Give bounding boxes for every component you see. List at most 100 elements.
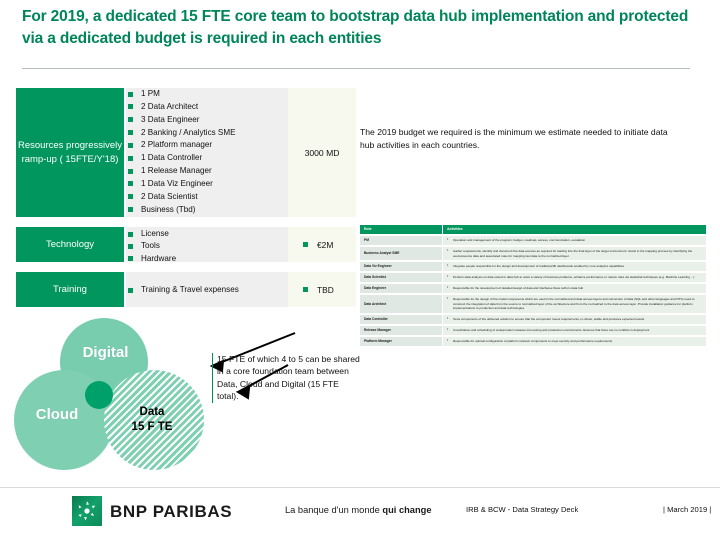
list-item-label: 1 Release Manager: [141, 166, 212, 176]
list-item: Business (Tbd): [128, 204, 288, 217]
row-activity: Operation and management of the program:…: [443, 236, 706, 246]
row-role: Data Architect: [360, 295, 442, 313]
table-row: Data Scientist Perform data analysis on …: [360, 273, 706, 283]
venn-core-overlap: [85, 381, 113, 409]
row-role: PM: [360, 236, 442, 246]
row-activity: Perform data analysis on data stored in …: [443, 273, 706, 283]
brand-tagline: La banque d'un monde qui change: [285, 505, 432, 515]
list-item-label: Hardware: [141, 253, 177, 263]
tagline-part-2: qui change: [382, 505, 432, 515]
row-activity: Gather requirements, identify and docume…: [443, 247, 706, 261]
training-value: TBD: [317, 284, 334, 295]
row-role: Data Scientist: [360, 273, 442, 283]
list-item-label: Training & Travel expenses: [141, 285, 239, 294]
technology-value: €2M: [317, 239, 334, 250]
row-role: Release Manager: [360, 325, 442, 335]
bullet-square-icon: [128, 168, 133, 174]
callout-text: 15 FTE of which 4 to 5 can be shared in …: [212, 353, 362, 403]
list-item-label: Tools: [141, 241, 160, 251]
list-item-label: 2 Banking / Analytics SME: [141, 127, 236, 137]
list-item: 2 Banking / Analytics SME: [128, 127, 288, 140]
bullet-square-icon: [128, 243, 133, 249]
role-activities-table: Role Activities PM Operation and managem…: [359, 223, 707, 348]
footer-divider: [0, 487, 720, 488]
bullet-square-icon: [303, 242, 308, 247]
list-item: Tools: [128, 240, 288, 252]
bnp-paribas-logo-icon: [72, 496, 102, 526]
list-item: 3 Data Engineer: [128, 114, 288, 127]
bullet-square-icon: [128, 142, 133, 148]
row-activity: Integrate people responsible for the des…: [443, 262, 706, 272]
bullet-square-icon: [128, 104, 133, 110]
row-role: Data Viz Engineer: [360, 262, 442, 272]
table-row: Data Architect Responsible for the desig…: [360, 295, 706, 313]
row-activity: Responsible for the development of detai…: [443, 284, 706, 294]
slide-root: For 2019, a dedicated 15 FTE core team t…: [0, 0, 720, 540]
row-role: Business Analyst SME: [360, 247, 442, 261]
page-title: For 2019, a dedicated 15 FTE core team t…: [22, 8, 689, 47]
bullet-square-icon: [128, 207, 133, 213]
category-resources-label: Resources progressively ramp-up ( 15FTE/…: [17, 139, 122, 165]
row-role: Platform Manager: [360, 336, 442, 346]
list-item-label: 1 PM: [141, 89, 160, 98]
list-item: 1 Release Manager: [128, 165, 288, 178]
list-item-label: 1 Data Controller: [141, 153, 203, 163]
list-item: Hardware: [128, 253, 288, 265]
category-training: Training: [16, 272, 124, 307]
technology-value-box: €2M: [288, 227, 356, 262]
table-row: Data Viz Engineer Integrate people respo…: [360, 262, 706, 272]
table-row: Data Controller Tests components of the …: [360, 314, 706, 324]
footer-date: | March 2019 |: [663, 505, 712, 514]
bullet-square-icon: [128, 287, 133, 293]
table-header-row: Role Activities: [360, 225, 706, 235]
bullet-square-icon: [128, 194, 133, 200]
bullet-square-icon: [303, 287, 308, 292]
resources-list: 1 PM 2 Data Architect 3 Data Engineer 2 …: [128, 88, 288, 216]
budget-note: The 2019 budget we required is the minim…: [360, 127, 668, 150]
category-technology-label: Technology: [45, 238, 95, 250]
list-item-label: 2 Data Architect: [141, 101, 199, 111]
table-row: Platform Manager Responsible for optimal…: [360, 336, 706, 346]
list-item: 2 Platform manager: [128, 139, 288, 152]
venn-label-cloud: Cloud: [35, 406, 79, 423]
list-item-label: Business (Tbd): [141, 204, 196, 214]
list-item-label: 3 Data Engineer: [141, 114, 200, 124]
bullet-square-icon: [128, 181, 133, 187]
list-item-label: 2 Data Scientist: [141, 191, 198, 201]
resources-value-box: 3000 MD: [288, 88, 356, 217]
category-training-label: Training: [53, 283, 87, 295]
row-activity: Coordination and scheduling of code/prod…: [443, 325, 706, 335]
row-role: Data Engineer: [360, 284, 442, 294]
resources-value: 3000 MD: [304, 147, 340, 158]
list-item-label: 2 Platform manager: [141, 140, 213, 150]
column-header-role: Role: [360, 225, 442, 235]
table-row: Data Engineer Responsible for the develo…: [360, 284, 706, 294]
list-item: License: [128, 228, 288, 240]
training-list: Training & Travel expenses: [128, 284, 288, 297]
list-item: 1 PM: [128, 88, 288, 101]
list-item: 1 Data Viz Engineer: [128, 178, 288, 191]
category-technology: Technology: [16, 227, 124, 262]
table-row: PM Operation and management of the progr…: [360, 236, 706, 246]
row-activity: Responsible for the design of the model …: [443, 295, 706, 313]
row-activity: Tests components of the delivered soluti…: [443, 314, 706, 324]
list-item: 1 Data Controller: [128, 152, 288, 165]
bullet-square-icon: [128, 231, 133, 237]
list-item-label: 1 Data Viz Engineer: [141, 178, 213, 188]
technology-list: License Tools Hardware: [128, 228, 288, 265]
bullet-square-icon: [128, 155, 133, 161]
brand-name: BNP PARIBAS: [110, 502, 233, 521]
title-divider: [22, 68, 690, 69]
list-item: 2 Data Scientist: [128, 191, 288, 204]
category-resources: Resources progressively ramp-up ( 15FTE/…: [16, 88, 124, 217]
venn-label-digital: Digital: [82, 344, 129, 361]
training-value-box: TBD: [288, 272, 356, 307]
row-activity: Responsible for optimal configuration of…: [443, 336, 706, 346]
bullet-square-icon: [128, 91, 133, 97]
list-item: 2 Data Architect: [128, 101, 288, 114]
list-item-label: License: [141, 229, 169, 238]
footer-deck-name: IRB & BCW - Data Strategy Deck: [466, 505, 579, 514]
list-item: Training & Travel expenses: [128, 284, 288, 297]
bullet-square-icon: [128, 117, 133, 123]
table-row: Business Analyst SME Gather requirements…: [360, 247, 706, 261]
